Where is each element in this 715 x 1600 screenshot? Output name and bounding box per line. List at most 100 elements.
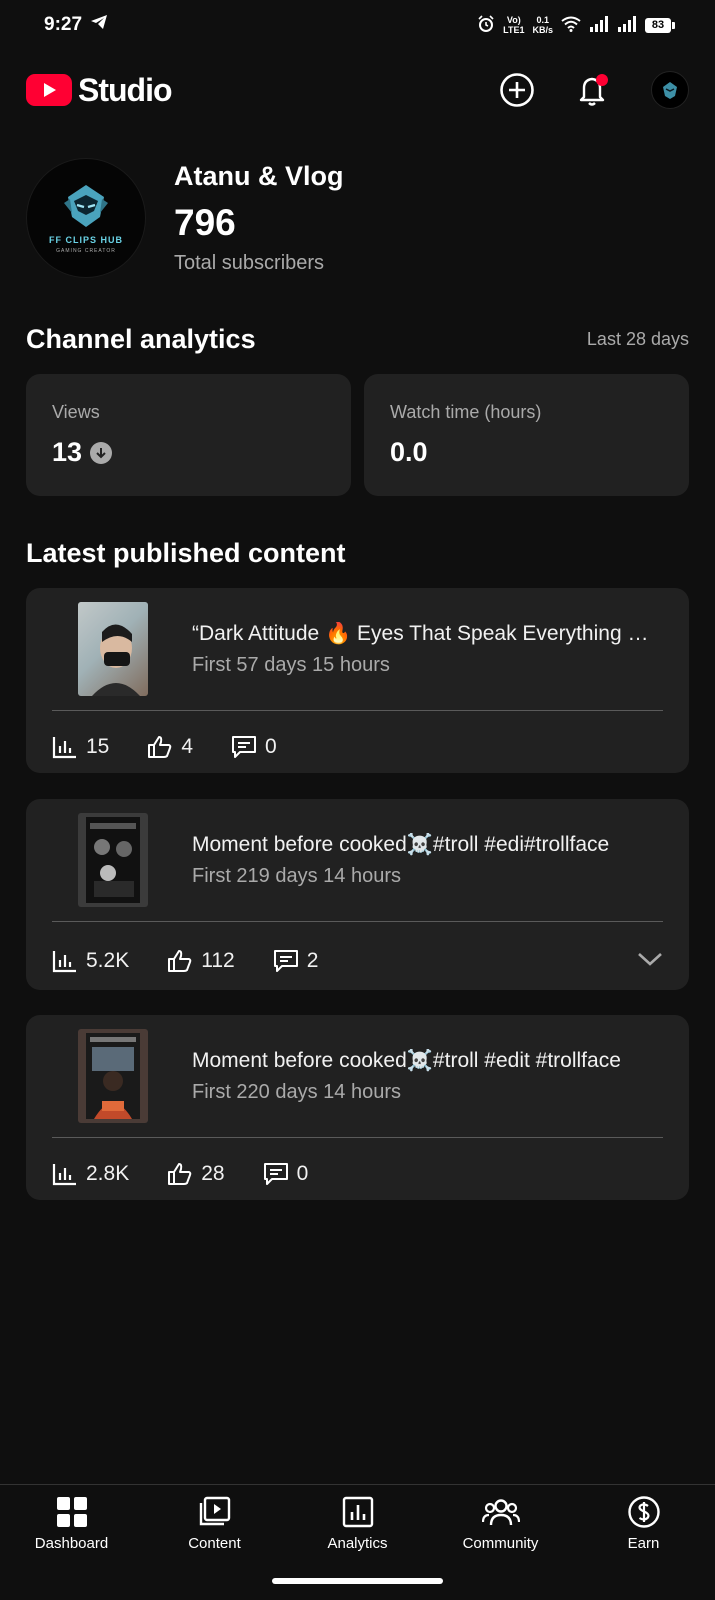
status-right: Vo) LTE1 0.1 KB/s 83 [477,14,675,36]
likes-count: 112 [201,949,235,972]
likes-stat: 112 [167,949,235,973]
video-stats: 2.8K 28 0 [26,1138,689,1210]
studio-logo[interactable]: Studio [26,71,173,109]
comments-count: 0 [296,1162,309,1185]
nav-content[interactable]: Content [155,1495,275,1600]
analytics-title: Channel analytics [26,324,256,354]
analytics-icon [342,1496,373,1528]
video-thumbnail[interactable] [78,1029,148,1123]
nav-label: Earn [627,1535,660,1552]
battery-indicator: 83 [645,17,675,33]
views-value-row: 13 [52,437,325,468]
video-title: “Dark Attitude 🔥 Eyes That Speak Everyth… [192,621,649,645]
channel-avatar[interactable]: FF CLIPS HUB GAMING CREATOR [26,158,146,278]
video-card[interactable]: Moment before cooked☠️#troll #edit #trol… [26,1015,689,1200]
video-text: “Dark Attitude 🔥 Eyes That Speak Everyth… [192,622,648,677]
dashboard-icon [56,1497,87,1527]
nav-label: Analytics [327,1535,388,1552]
video-card[interactable]: “Dark Attitude 🔥 Eyes That Speak Everyth… [26,588,689,773]
nav-community[interactable]: Community [441,1495,561,1600]
views-stat: 5.2K [52,949,129,973]
thumbs-up-icon [168,1163,192,1185]
video-subtitle: First 220 days 14 hours [192,1080,401,1103]
video-card-top: Moment before cooked☠️#troll #edi#trollf… [26,799,689,911]
likes-stat: 28 [167,1162,225,1186]
create-icon[interactable] [499,72,535,108]
watch-time-value-row: 0.0 [390,437,663,468]
chevron-down-icon[interactable] [637,949,663,973]
earn-icon [627,1496,660,1528]
account-avatar[interactable] [651,71,689,109]
network-type: Vo) LTE1 [503,15,525,35]
comments-count: 2 [306,949,319,972]
trend-down-icon [90,441,113,464]
wifi-icon [561,16,581,35]
status-left: 9:27 [44,14,108,36]
views-count: 2.8K [86,1162,130,1185]
subscriber-count: 796 [174,202,236,243]
alarm-icon [477,14,495,36]
watch-time-label: Watch time (hours) [390,402,542,422]
nav-earn[interactable]: Earn [584,1495,704,1600]
signal-icon [589,15,609,35]
community-icon [481,1499,520,1526]
thumbs-up-icon [168,950,192,972]
video-subtitle: First 57 days 15 hours [192,653,390,676]
home-indicator[interactable] [272,1578,443,1584]
avatar-brand-text: FF CLIPS HUB [49,234,123,245]
app-bar: Studio [0,60,715,120]
video-text: Moment before cooked☠️#troll #edi#trollf… [192,833,609,888]
nav-analytics[interactable]: Analytics [298,1495,418,1600]
thumbs-up-icon [148,736,172,758]
video-text: Moment before cooked☠️#troll #edit #trol… [192,1049,621,1104]
views-count: 5.2K [86,949,130,972]
signal-icon-2 [617,15,637,35]
watch-time-card[interactable]: Watch time (hours) 0.0 [364,374,689,496]
comments-stat: 0 [263,1162,309,1186]
youtube-play-icon [26,74,72,106]
channel-info: Atanu & Vlog 796 Total subscribers [174,161,344,275]
comments-stat: 2 [273,949,319,973]
views-count: 15 [86,735,110,758]
comment-icon [232,736,257,758]
channel-name: Atanu & Vlog [174,161,344,191]
channel-header: FF CLIPS HUB GAMING CREATOR Atanu & Vlog… [26,158,344,278]
views-stat: 2.8K [52,1162,129,1186]
latest-title: Latest published content [26,538,346,568]
views-label: Views [52,402,100,422]
video-card-top: “Dark Attitude 🔥 Eyes That Speak Everyth… [26,588,689,700]
comments-stat: 0 [231,735,277,759]
status-time: 9:27 [44,14,83,35]
likes-count: 4 [181,735,194,758]
video-stats: 5.2K 112 2 [26,922,689,1000]
nav-label: Community [462,1535,539,1552]
views-stat: 15 [52,735,109,759]
network-speed: 0.1 KB/s [532,15,553,35]
status-bar: 9:27 Vo) LTE1 0.1 KB/s 83 [0,0,715,50]
content-icon [199,1496,230,1526]
video-title: Moment before cooked☠️#troll #edit #trol… [192,1048,621,1072]
video-title: Moment before cooked☠️#troll #edi#trollf… [192,832,610,856]
analytics-header: Channel analytics Last 28 days [26,324,689,355]
comments-count: 0 [265,735,277,758]
likes-stat: 4 [147,735,193,759]
app-bar-actions [499,71,689,109]
video-subtitle: First 219 days 14 hours [192,864,401,887]
video-thumbnail[interactable] [78,602,148,696]
nav-dashboard[interactable]: Dashboard [12,1495,132,1600]
comment-icon [263,1163,288,1185]
notification-bell-icon[interactable] [575,72,611,108]
video-card[interactable]: Moment before cooked☠️#troll #edi#trollf… [26,799,689,990]
views-card[interactable]: Views 13 [26,374,351,496]
comment-icon [273,950,298,972]
nav-label: Dashboard [34,1535,109,1552]
app-title: Studio [78,71,173,108]
bar-chart-icon [52,951,76,973]
video-thumbnail[interactable] [78,813,148,907]
video-stats: 15 4 0 [26,711,689,783]
hub-mascot-icon [64,184,108,227]
video-card-top: Moment before cooked☠️#troll #edit #trol… [26,1015,689,1127]
analytics-range: Last 28 days [586,329,689,349]
subscriber-label: Total subscribers [174,252,325,274]
likes-count: 28 [201,1162,225,1185]
